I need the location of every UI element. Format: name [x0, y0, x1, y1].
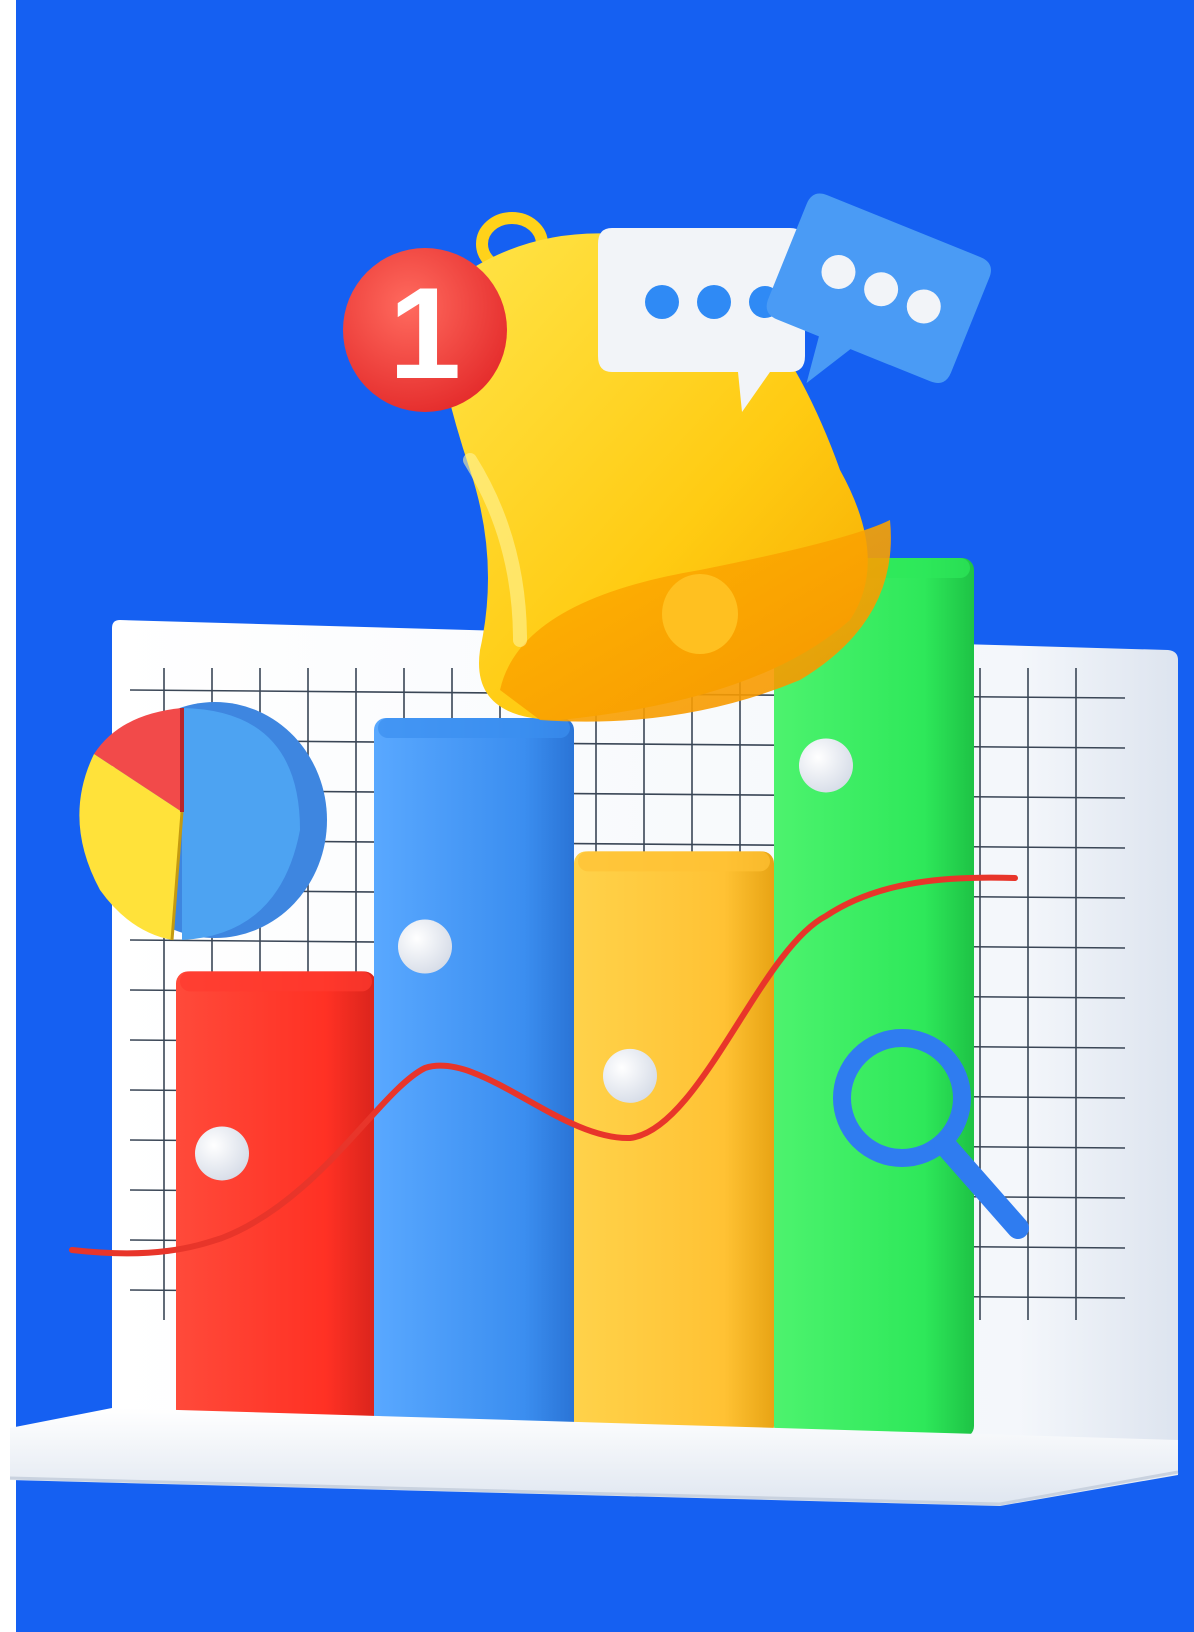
bar-top — [378, 718, 570, 738]
notification-badge: 1 — [343, 248, 507, 412]
bar-top — [180, 971, 372, 992]
bar — [574, 851, 774, 1438]
bar — [374, 718, 574, 1438]
trend-point — [603, 1048, 657, 1103]
illustration: 1 — [0, 0, 1194, 1632]
bar-top — [578, 851, 770, 872]
bar — [774, 558, 974, 1438]
trend-point — [799, 738, 853, 793]
notification-count: 1 — [389, 260, 461, 406]
trend-point — [398, 919, 452, 974]
trend-point — [195, 1126, 249, 1181]
pie-chart-icon — [79, 702, 327, 941]
